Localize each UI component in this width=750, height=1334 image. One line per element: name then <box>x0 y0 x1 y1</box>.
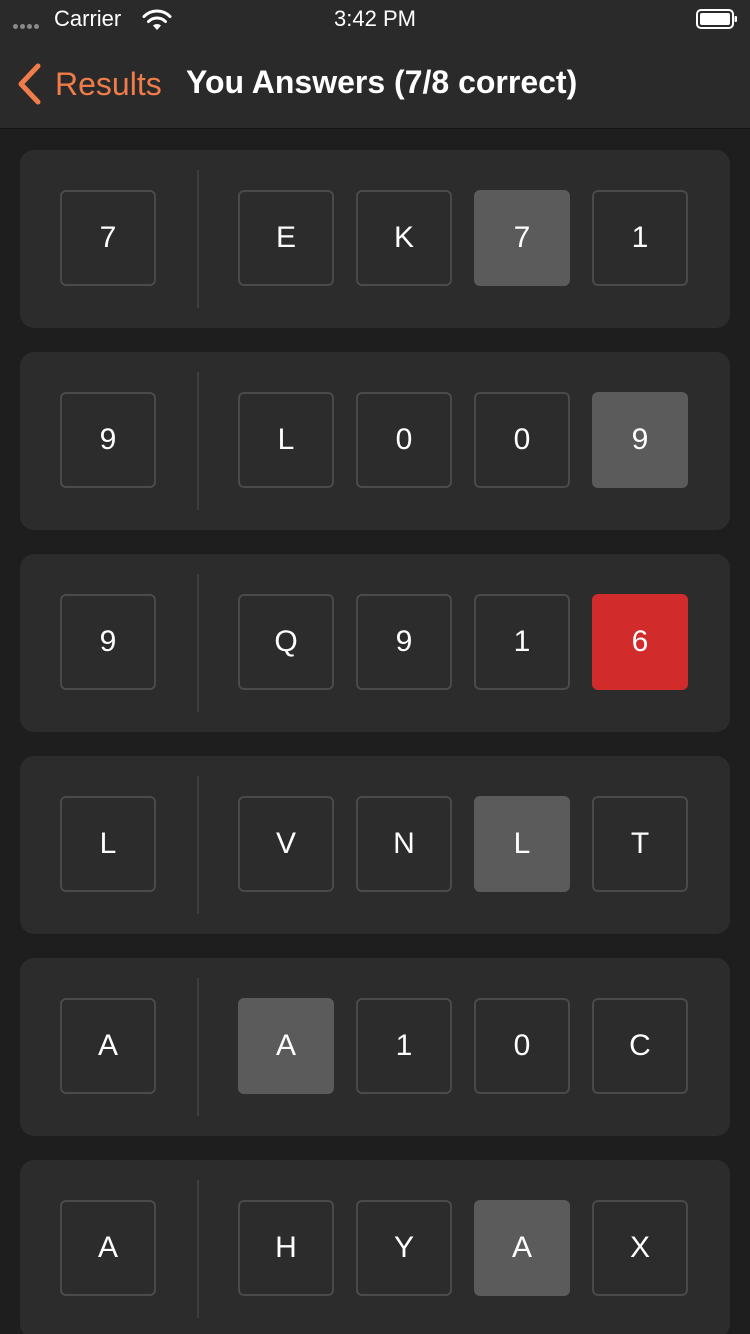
target-tile: 9 <box>60 392 156 488</box>
option-tile: V <box>238 796 334 892</box>
option-tile: E <box>238 190 334 286</box>
option-tile-selected: 7 <box>474 190 570 286</box>
answer-row: A H Y A X <box>20 1160 730 1334</box>
option-tile: 0 <box>356 392 452 488</box>
chevron-left-icon <box>18 63 41 105</box>
navigation-bar: Results You Answers (7/8 correct) <box>0 40 750 129</box>
option-tile: 0 <box>474 998 570 1094</box>
option-tile: K <box>356 190 452 286</box>
target-tile: A <box>60 1200 156 1296</box>
option-tile: X <box>592 1200 688 1296</box>
page-title: You Answers (7/8 correct) <box>186 64 578 100</box>
option-tile-selected: A <box>474 1200 570 1296</box>
option-tile-selected: 9 <box>592 392 688 488</box>
option-tile: C <box>592 998 688 1094</box>
target-tile: L <box>60 796 156 892</box>
row-divider <box>197 574 199 712</box>
target-tile: 9 <box>60 594 156 690</box>
target-tile: 7 <box>60 190 156 286</box>
option-tile: T <box>592 796 688 892</box>
row-divider <box>197 372 199 510</box>
option-tile: Y <box>356 1200 452 1296</box>
option-tile: Q <box>238 594 334 690</box>
answer-row: 9 Q 9 1 6 <box>20 554 730 732</box>
option-tile-wrong: 6 <box>592 594 688 690</box>
option-tile: 9 <box>356 594 452 690</box>
option-tile: 1 <box>592 190 688 286</box>
option-tile: 1 <box>356 998 452 1094</box>
back-label: Results <box>55 65 162 102</box>
answer-row: 9 L 0 0 9 <box>20 352 730 530</box>
target-tile: A <box>60 998 156 1094</box>
answer-row: L V N L T <box>20 756 730 934</box>
row-divider <box>197 1180 199 1318</box>
answers-list[interactable]: 7 E K 7 1 9 L 0 0 9 9 Q 9 1 6 L V N L T … <box>0 129 750 1334</box>
option-tile-selected: L <box>474 796 570 892</box>
status-bar: Carrier 3:42 PM <box>0 0 750 40</box>
option-tile: 1 <box>474 594 570 690</box>
back-button[interactable]: Results <box>16 62 162 106</box>
option-tile-selected: A <box>238 998 334 1094</box>
status-time: 3:42 PM <box>334 6 416 31</box>
option-tile: N <box>356 796 452 892</box>
battery-icon <box>696 9 737 29</box>
option-tile: L <box>238 392 334 488</box>
option-tile: H <box>238 1200 334 1296</box>
answer-row: A A 1 0 C <box>20 958 730 1136</box>
row-divider <box>197 170 199 308</box>
row-divider <box>197 776 199 914</box>
option-tile: 0 <box>474 392 570 488</box>
row-divider <box>197 978 199 1116</box>
answer-row: 7 E K 7 1 <box>20 150 730 328</box>
